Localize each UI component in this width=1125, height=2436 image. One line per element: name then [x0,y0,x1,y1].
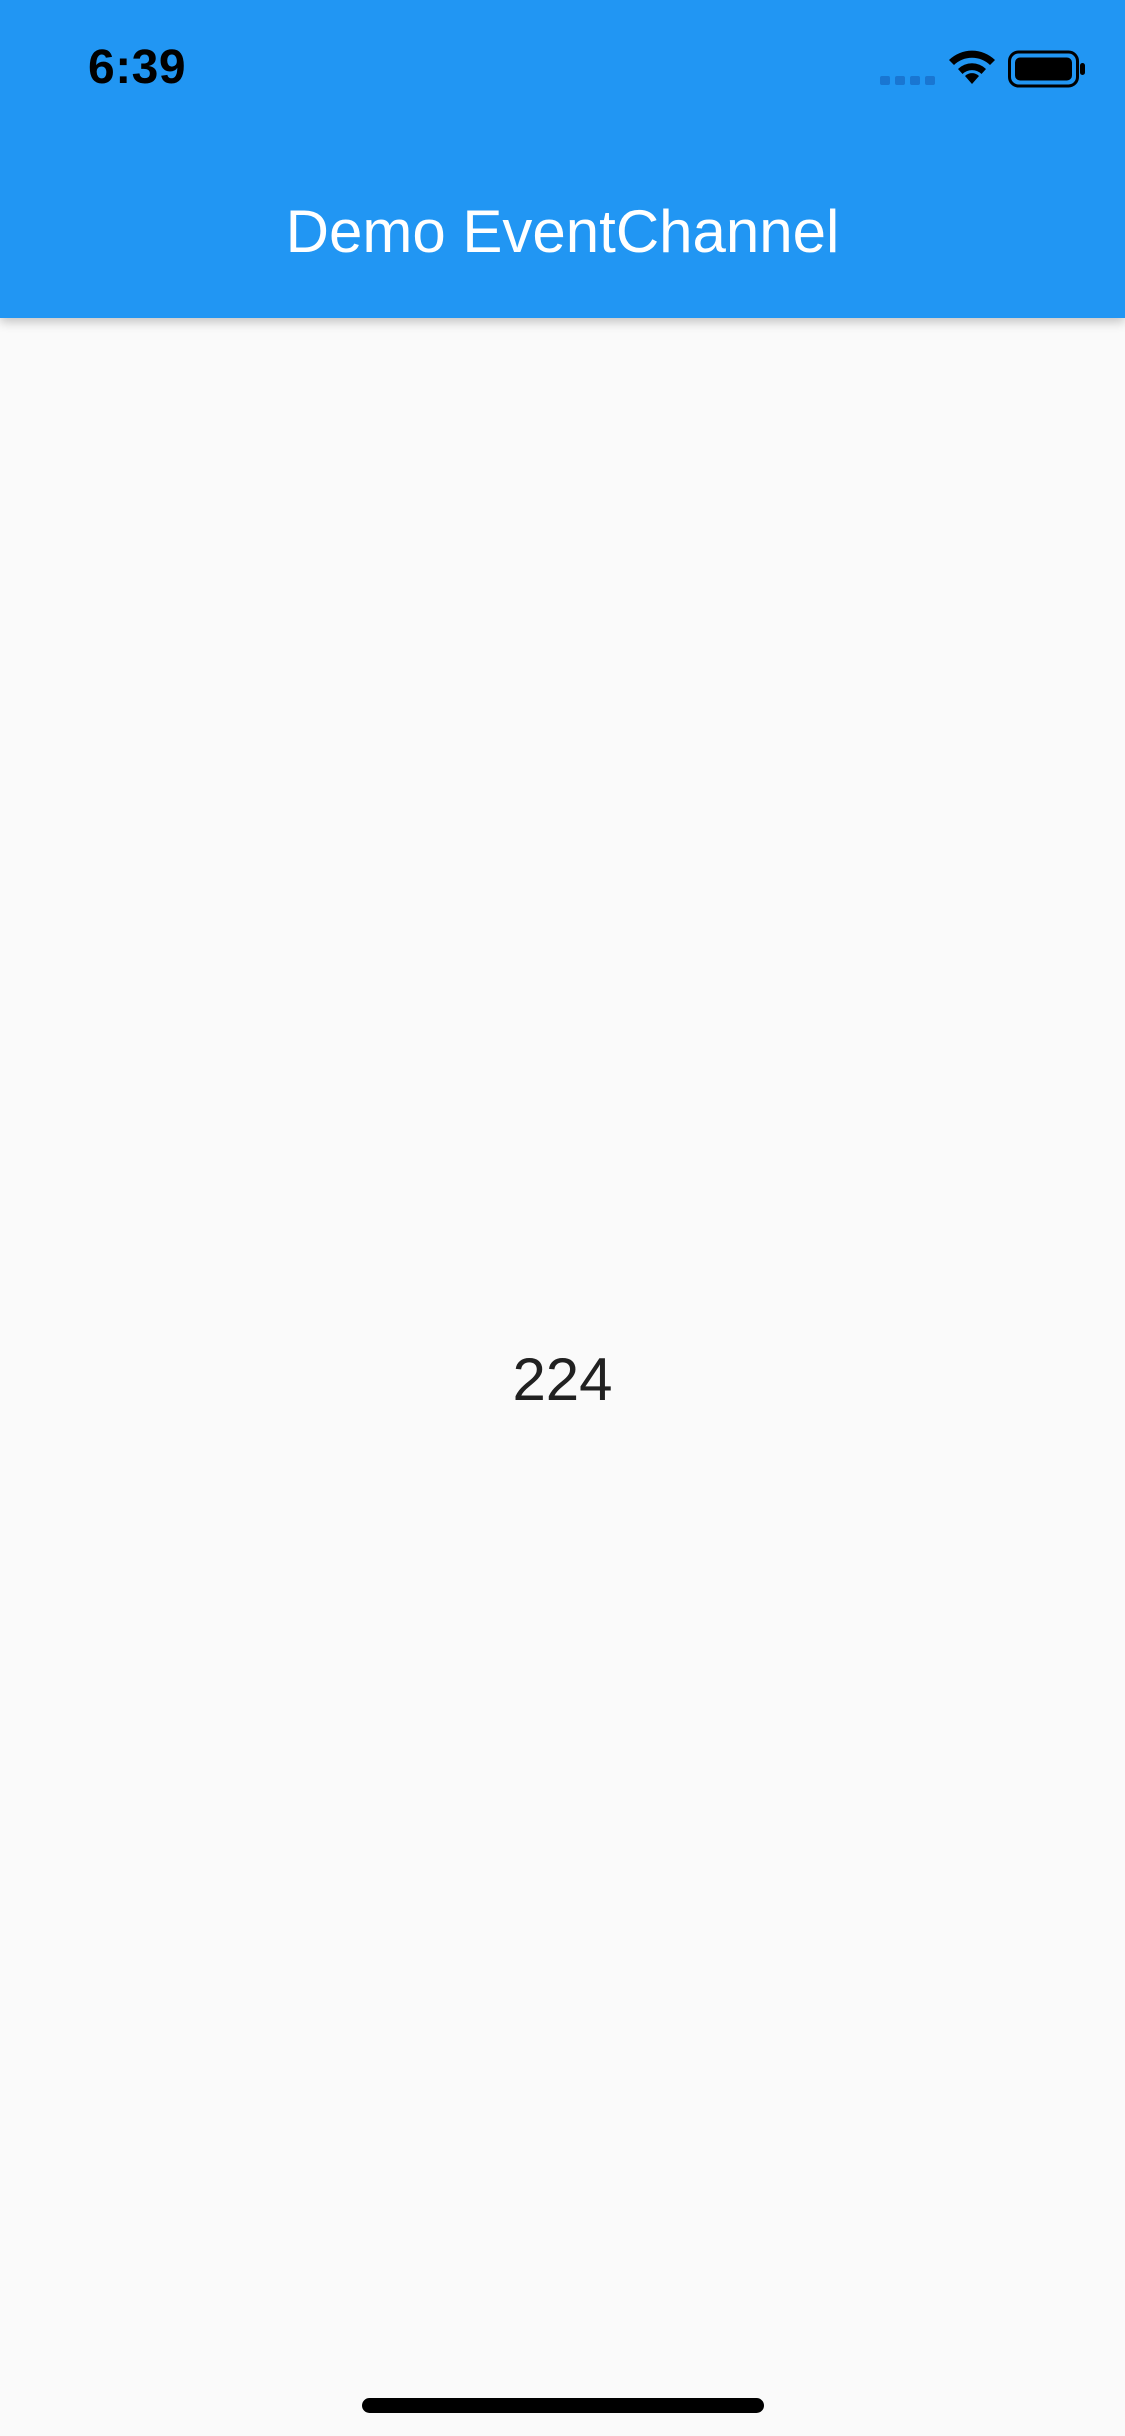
cellular-signal-icon [880,76,935,85]
home-indicator[interactable] [362,2398,764,2413]
app-screen: 6:39 Demo EventChannel 224 [0,0,1125,2436]
app-bar: 6:39 Demo EventChannel [0,0,1125,318]
page-title: Demo EventChannel [285,198,840,265]
wifi-icon [949,50,995,84]
status-bar: 6:39 [0,0,1125,132]
status-time: 6:39 [88,41,187,94]
counter-value: 224 [512,1346,613,1413]
battery-icon [1008,50,1085,88]
